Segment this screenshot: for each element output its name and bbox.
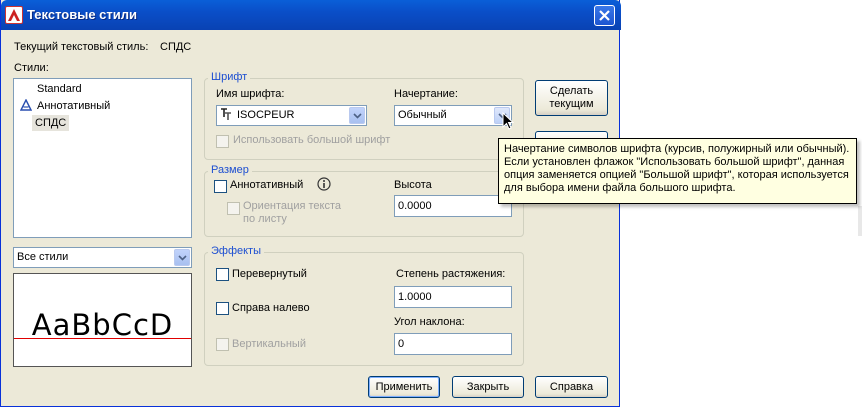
orientation-label-line2: по листу bbox=[243, 213, 287, 225]
window-title: Текстовые стили bbox=[27, 7, 137, 22]
font-style-select[interactable]: Обычный bbox=[394, 105, 512, 126]
truetype-font-icon bbox=[221, 108, 231, 120]
tooltip: Начертание символов шрифта (курсив, полу… bbox=[498, 138, 857, 204]
vertical-label: Вертикальный bbox=[232, 338, 306, 350]
tooltip-line-3: опция заменяется опцией "Большой шрифт",… bbox=[504, 169, 849, 181]
big-font-label: Использовать большой шрифт bbox=[233, 134, 391, 146]
height-input[interactable]: 0.0000 bbox=[394, 195, 512, 217]
annotative-label: Аннотативный bbox=[230, 179, 304, 191]
set-current-label-line2: текущим bbox=[549, 98, 594, 110]
preview-baseline bbox=[14, 338, 191, 339]
chevron-down-icon[interactable] bbox=[174, 249, 190, 266]
set-current-button[interactable]: Сделать текущим bbox=[535, 80, 608, 116]
font-group-title: Шрифт bbox=[208, 71, 251, 83]
desktop-background bbox=[620, 206, 862, 407]
font-style-label: Начертание: bbox=[394, 88, 458, 100]
close-icon[interactable] bbox=[594, 5, 615, 26]
list-item-standard[interactable]: Standard bbox=[34, 81, 85, 97]
info-icon[interactable] bbox=[317, 177, 331, 191]
list-item-spds[interactable]: СПДС bbox=[32, 115, 70, 131]
backwards-checkbox[interactable] bbox=[216, 302, 229, 315]
list-item-annotative[interactable]: Аннотативный bbox=[34, 98, 113, 114]
width-factor-input[interactable]: 1.0000 bbox=[394, 286, 512, 308]
effects-group-title: Эффекты bbox=[208, 245, 265, 257]
help-button[interactable]: Справка bbox=[535, 376, 608, 398]
upside-down-checkbox[interactable] bbox=[216, 268, 229, 281]
vertical-checkbox[interactable] bbox=[216, 338, 229, 351]
apply-button[interactable]: Применить bbox=[368, 376, 440, 398]
styles-filter-value: Все стили bbox=[17, 251, 69, 263]
width-factor-label: Степень растяжения: bbox=[396, 268, 506, 280]
current-style-label: Текущий текстовый стиль: bbox=[14, 41, 149, 53]
oblique-input[interactable]: 0 bbox=[394, 333, 512, 355]
size-group-title: Размер bbox=[208, 164, 252, 176]
annotative-checkbox[interactable] bbox=[214, 180, 227, 193]
height-label: Высота bbox=[394, 179, 432, 191]
font-name-label: Имя шрифта: bbox=[216, 88, 285, 100]
big-font-checkbox[interactable] bbox=[216, 135, 229, 148]
font-name-select[interactable]: ISOCPEUR bbox=[216, 105, 367, 126]
orientation-checkbox[interactable] bbox=[227, 202, 240, 215]
chevron-down-icon[interactable] bbox=[349, 107, 365, 124]
preview-sample-text: AaBbCcD bbox=[31, 308, 174, 342]
oblique-label: Угол наклона: bbox=[394, 316, 465, 328]
style-preview: AaBbCcD bbox=[13, 273, 192, 367]
set-current-label-line1: Сделать bbox=[549, 85, 594, 97]
upside-down-label: Перевернутый bbox=[232, 268, 307, 280]
annotative-icon bbox=[20, 99, 32, 111]
tooltip-line-2: Если установлен флажок "Использовать бол… bbox=[504, 156, 845, 168]
tooltip-line-1: Начертание символов шрифта (курсив, полу… bbox=[504, 143, 850, 155]
background-grid bbox=[858, 206, 862, 236]
font-name-value: ISOCPEUR bbox=[237, 109, 295, 121]
current-style-value: СПДС bbox=[160, 41, 192, 53]
autocad-icon bbox=[5, 6, 23, 24]
mouse-cursor-icon bbox=[502, 112, 514, 130]
font-style-value: Обычный bbox=[398, 109, 447, 121]
tooltip-line-4: для выбора имени файла большого шрифта. bbox=[504, 182, 736, 194]
styles-label: Стили: bbox=[14, 62, 49, 74]
styles-filter-select[interactable]: Все стили bbox=[13, 247, 192, 268]
close-button[interactable]: Закрыть bbox=[452, 376, 524, 398]
backwards-label: Справа налево bbox=[232, 302, 310, 314]
orientation-label-line1: Ориентация текста bbox=[243, 200, 342, 212]
title-bar[interactable]: Текстовые стили bbox=[1, 0, 621, 30]
